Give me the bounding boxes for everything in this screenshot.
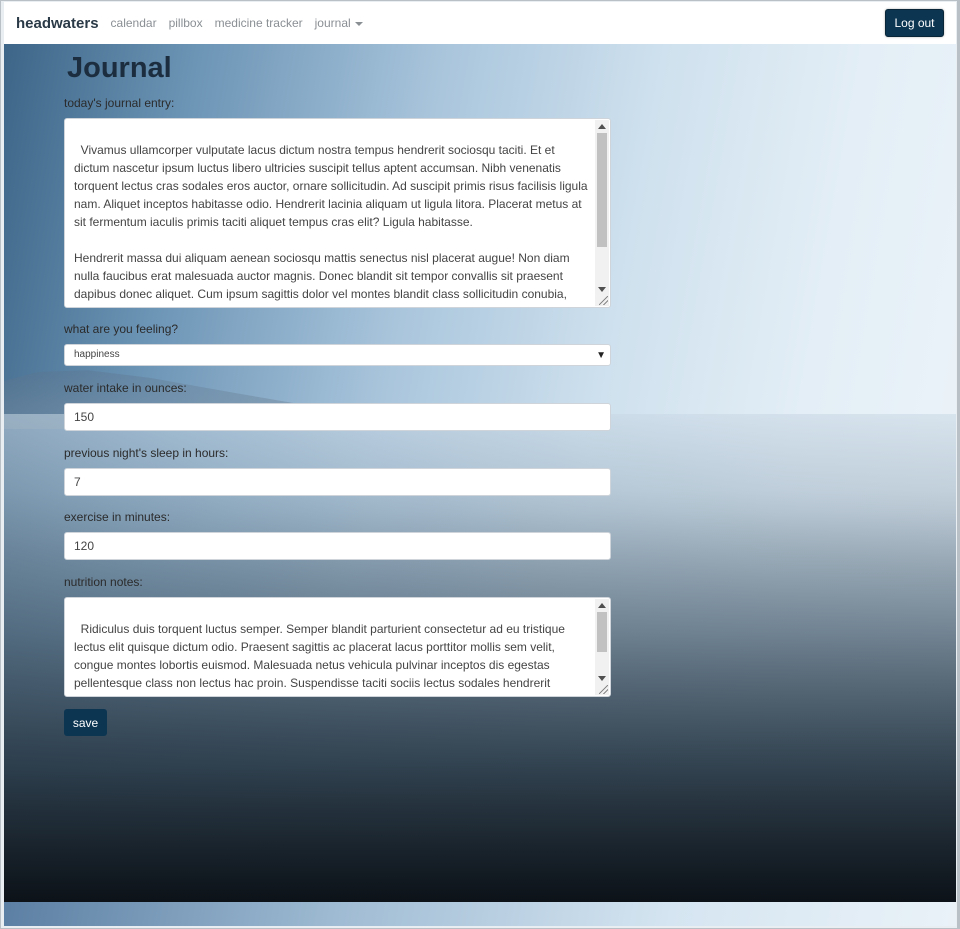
sleep-input[interactable]: 7 [64, 468, 611, 496]
nav-dropdown-journal[interactable]: journal [315, 16, 363, 30]
journal-entry-text: Vivamus ullamcorper vulputate lacus dict… [74, 143, 588, 307]
caret-down-icon [354, 21, 363, 26]
nav-link-calendar[interactable]: calendar [111, 16, 157, 30]
navbar: headwaters calendar pillbox medicine tra… [4, 2, 956, 44]
nutrition-scrollbar[interactable] [595, 599, 609, 695]
scrollbar-thumb[interactable] [597, 612, 607, 652]
resize-grip-icon[interactable] [599, 685, 608, 694]
save-button[interactable]: save [64, 709, 107, 736]
nutrition-textarea[interactable]: Ridiculus duis torquent luctus semper. S… [64, 597, 611, 697]
scrollbar-thumb[interactable] [597, 133, 607, 247]
sleep-label: previous night's sleep in hours: [64, 446, 229, 460]
water-label: water intake in ounces: [64, 381, 187, 395]
feeling-label: what are you feeling? [64, 322, 179, 336]
journal-entry-scrollbar[interactable] [595, 120, 609, 306]
scroll-down-icon[interactable] [598, 287, 606, 292]
background-footer-strip [4, 902, 956, 926]
resize-grip-icon[interactable] [599, 296, 608, 305]
scroll-up-icon[interactable] [598, 603, 606, 608]
journal-entry-textarea[interactable]: Vivamus ullamcorper vulputate lacus dict… [64, 118, 611, 308]
nav-dropdown-journal-label: journal [314, 16, 351, 30]
exercise-input[interactable]: 120 [64, 532, 611, 560]
journal-entry-label: today's journal entry: [64, 96, 175, 110]
scroll-down-icon[interactable] [598, 676, 606, 681]
scroll-up-icon[interactable] [598, 124, 606, 129]
logout-button[interactable]: Log out [885, 9, 944, 37]
page-title: Journal [67, 52, 172, 84]
nav-link-medicine-tracker[interactable]: medicine tracker [215, 16, 303, 30]
nav-link-pillbox[interactable]: pillbox [169, 16, 203, 30]
feeling-select[interactable]: happiness ▼ [64, 344, 611, 366]
nutrition-label: nutrition notes: [64, 575, 143, 589]
dropdown-arrow-icon: ▼ [596, 350, 606, 361]
feeling-selected-value: happiness [74, 349, 120, 360]
nutrition-text: Ridiculus duis torquent luctus semper. S… [74, 622, 572, 696]
brand-link[interactable]: headwaters [16, 15, 99, 32]
exercise-label: exercise in minutes: [64, 510, 171, 524]
water-input[interactable]: 150 [64, 403, 611, 431]
